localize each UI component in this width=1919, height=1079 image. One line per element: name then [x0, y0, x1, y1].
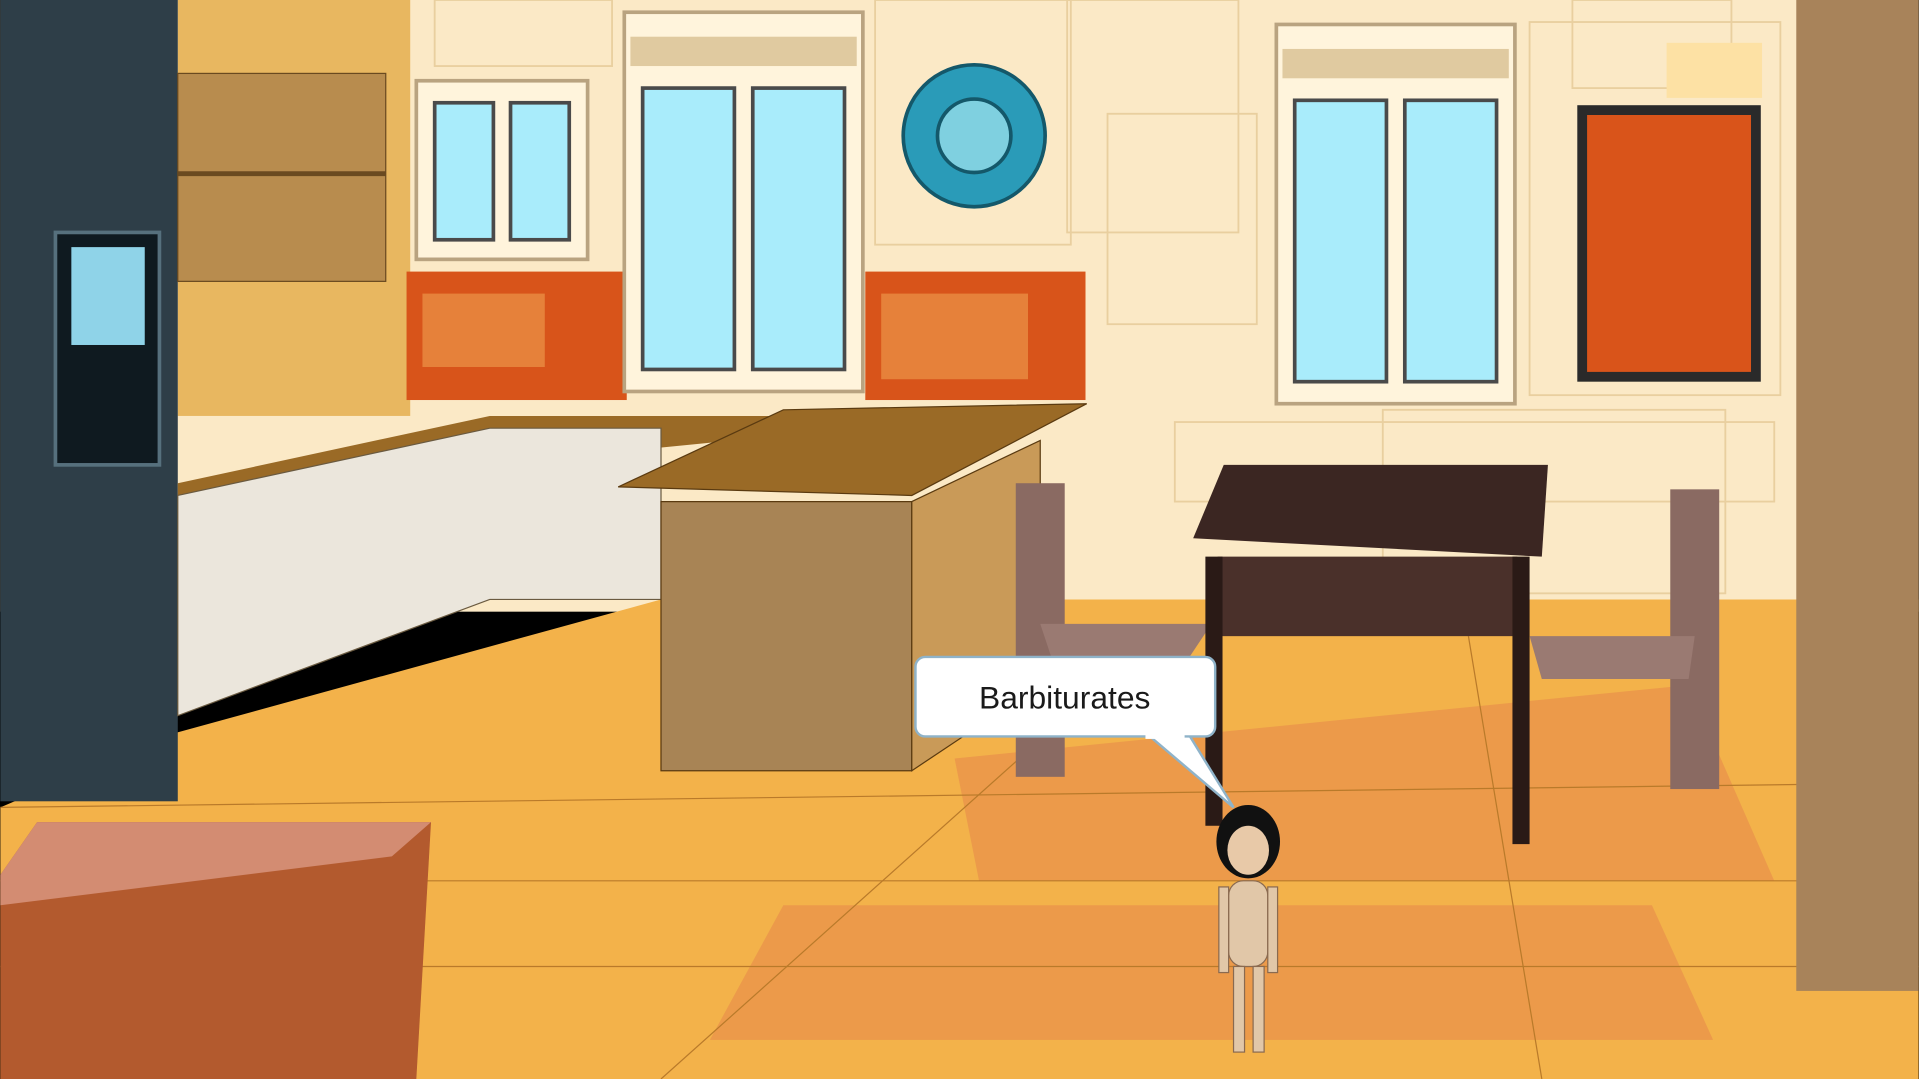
dining-table-apron: [1217, 556, 1518, 637]
table-leg: [1512, 556, 1530, 845]
door-frame: [1796, 0, 1919, 991]
island-front: [660, 500, 913, 772]
chair-left-seat: [1040, 623, 1212, 661]
window-small: [414, 78, 590, 262]
plate-center: [935, 97, 1013, 175]
chair-right-seat: [1529, 636, 1695, 679]
kitchen-scene: Barbiturates: [0, 0, 1919, 1079]
window-center: [622, 10, 865, 394]
wall-tile: [1666, 42, 1763, 98]
wall-shelf: [177, 72, 387, 282]
kitchen-illustration: Barbiturates: [0, 0, 1919, 1079]
fridge-display: [71, 247, 145, 345]
wall-painting: [1577, 105, 1761, 382]
speech-bubble-text: Barbiturates: [979, 679, 1150, 715]
window-right: [1274, 22, 1517, 406]
